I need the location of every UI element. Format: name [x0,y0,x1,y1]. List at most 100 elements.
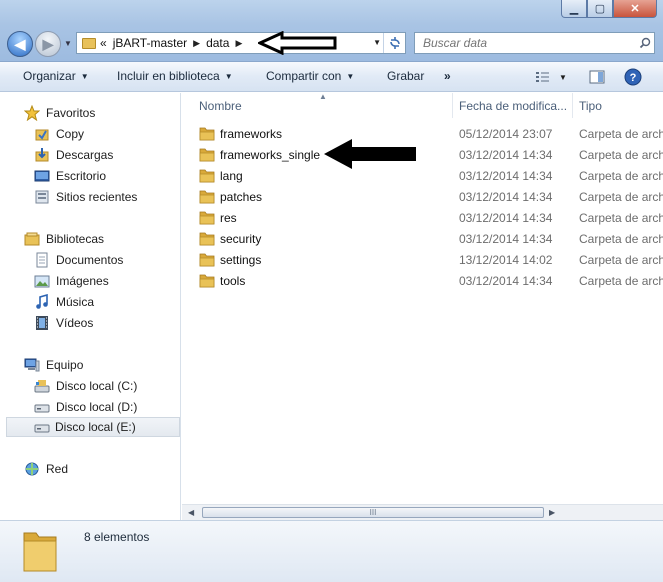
network-icon [24,461,40,477]
refresh-button[interactable] [383,33,405,53]
libraries-icon [24,231,40,247]
file-row[interactable]: security 03/12/2014 14:34 Carpeta de archi… [182,229,663,250]
nav-item-label: Imágenes [56,274,109,288]
file-row[interactable]: frameworks 05/12/2014 23:07 Carpeta de arc… [182,124,663,145]
nav-item-desktop[interactable]: Escritorio [34,166,106,186]
nav-computer-label: Equipo [46,358,84,372]
folder-icon [199,232,215,246]
column-divider[interactable] [572,93,573,118]
column-type[interactable]: Tipo [579,99,602,113]
file-row[interactable]: frameworks_single 03/12/2014 14:34 Carpeta… [182,145,663,166]
nav-libraries-label: Bibliotecas [46,232,105,246]
nav-network[interactable]: Red [24,459,68,479]
nav-item-documents[interactable]: Documentos [34,250,123,270]
file-date: 03/12/2014 14:34 [459,190,553,204]
nav-item-music[interactable]: Música [34,292,94,312]
computer-icon [24,357,40,373]
annotation-arrow-outline [258,31,337,55]
nav-item-drive-e[interactable]: Disco local (E:) [6,417,180,437]
nav-item-videos[interactable]: Vídeos [34,313,93,333]
column-name[interactable]: Nombre [199,99,242,113]
nav-computer[interactable]: Equipo [24,355,83,375]
file-name: lang [220,169,243,183]
maximize-button[interactable]: ▢ [587,0,613,18]
folder-icon [199,148,215,162]
scrollbar-grip: III [369,508,377,517]
breadcrumb-data[interactable]: data [206,36,229,50]
nav-item-drive-c[interactable]: Disco local (C:) [34,376,137,396]
close-button[interactable]: ✕ [613,0,657,18]
horizontal-scrollbar[interactable]: ◀ III ▶ [182,504,663,520]
minimize-button[interactable]: ▁ [561,0,587,18]
nav-item-downloads[interactable]: Descargas [34,145,113,165]
file-type: Carpeta de archivos [579,232,663,246]
scroll-right-icon[interactable]: ▶ [549,508,555,517]
window-controls: ▁ ▢ ✕ [561,0,657,18]
recent-places-icon [34,189,50,205]
file-name: res [220,211,237,225]
file-date: 03/12/2014 14:34 [459,211,553,225]
scroll-left-icon[interactable]: ◀ [188,508,194,517]
share-menu[interactable]: Compartir con ▼ [266,69,354,83]
caret-down-icon: ▼ [80,72,89,81]
file-type: Carpeta de archivos [579,127,663,141]
nav-item-drive-d[interactable]: Disco local (D:) [34,397,137,417]
organize-menu[interactable]: Organizar ▼ [23,69,89,83]
nav-item-label: Escritorio [56,169,107,183]
film-icon [34,315,50,331]
file-row[interactable]: res 03/12/2014 14:34 Carpeta de archivos [182,208,663,229]
file-row[interactable]: patches 03/12/2014 14:34 Carpeta de archiv… [182,187,663,208]
documents-icon [34,252,50,268]
recent-pages-dropdown[interactable]: ▼ [64,39,72,48]
scrollbar-thumb[interactable]: III [202,507,544,518]
preview-pane-button[interactable] [586,67,608,87]
change-view-button[interactable]: ▼ [532,67,570,87]
drive-icon [34,419,50,435]
address-dropdown-icon[interactable]: ▼ [373,38,381,47]
refresh-icon [389,37,400,49]
nav-item-pictures[interactable]: Imágenes [34,271,109,291]
item-count: 8 elementos [84,530,150,544]
include-library-menu[interactable]: Incluir en biblioteca ▼ [117,69,233,83]
nav-favorites[interactable]: Favoritos [24,103,95,123]
burn-button[interactable]: Grabar [387,69,424,83]
file-name: tools [220,274,246,288]
nav-item-label: Disco local (C:) [56,379,138,393]
caret-down-icon: ▼ [559,72,567,82]
file-type: Carpeta de archivos [579,148,663,162]
arrow-right-icon: ▶ [42,35,54,52]
nav-item-label: Música [56,295,95,309]
search-input[interactable] [423,36,636,50]
address-bar[interactable]: « jBART-master ▶ data ▶ ▼ [76,32,406,54]
breadcrumb-jbart-master[interactable]: jBART-master [113,36,187,50]
file-date: 03/12/2014 14:34 [459,169,553,183]
back-button[interactable]: ◀ [7,31,33,57]
nav-libraries[interactable]: Bibliotecas [24,229,104,249]
column-divider[interactable] [452,93,453,118]
nav-item-recent-places[interactable]: Sitios recientes [34,187,137,207]
search-box[interactable] [414,32,655,54]
forward-button[interactable]: ▶ [35,31,61,57]
column-date[interactable]: Fecha de modifica... [459,99,567,113]
file-type: Carpeta de archivos [579,211,663,225]
navigation-pane: Favoritos Copy Descargas Escritorio Siti… [0,93,181,520]
breadcrumb-separator-icon[interactable]: ▶ [193,38,200,49]
file-row[interactable]: tools 03/12/2014 14:34 Carpeta de archivos [182,271,663,292]
more-commands-button[interactable]: » [444,69,451,83]
breadcrumb-separator-icon[interactable]: ▶ [235,38,242,49]
help-button[interactable]: ? [622,67,644,87]
help-icon: ? [624,68,642,86]
folder-icon [199,211,215,225]
downloads-icon [34,147,50,163]
file-row[interactable]: settings 13/12/2014 14:02 Carpeta de archi… [182,250,663,271]
column-header-row: ▲ Nombre Fecha de modifica... Tipo [182,92,663,118]
title-bar: ▁ ▢ ✕ ◀ ▶ ▼ « jBART-master ▶ data ▶ ▼ [0,0,663,62]
breadcrumb-overflow[interactable]: « [100,36,107,50]
svg-text:?: ? [630,72,637,84]
pictures-icon [34,273,50,289]
sort-ascending-icon: ▲ [319,92,327,101]
nav-item-copy[interactable]: Copy [34,124,84,144]
file-row[interactable]: lang 03/12/2014 14:34 Carpeta de archivos [182,166,663,187]
annotation-arrow-solid [324,139,416,169]
search-icon[interactable] [636,37,654,49]
